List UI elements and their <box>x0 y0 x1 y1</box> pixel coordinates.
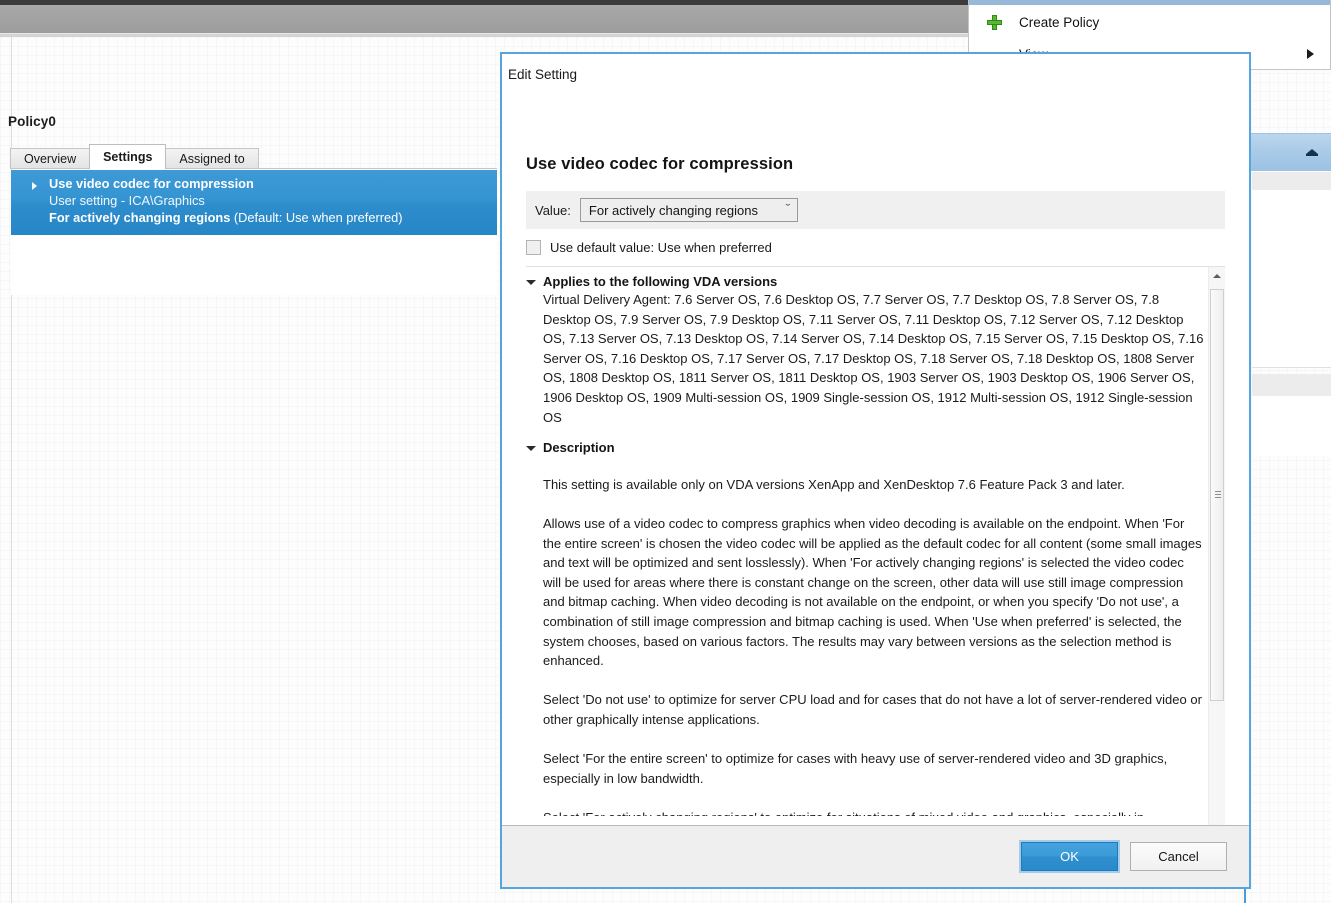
settings-list-empty-area <box>11 235 497 295</box>
value-dropdown-selected: For actively changing regions <box>588 202 758 218</box>
info-content: Applies to the following VDA versions Vi… <box>526 267 1205 825</box>
setting-heading: Use video codec for compression <box>526 155 794 173</box>
arrow-up-icon <box>1213 274 1221 278</box>
use-default-value-checkbox[interactable] <box>526 240 541 255</box>
description-section-header[interactable]: Description <box>526 440 1205 455</box>
ok-button[interactable]: OK <box>1021 842 1118 871</box>
use-default-value-row[interactable]: Use default value: Use when preferred <box>526 240 1225 255</box>
expander-triangle-icon[interactable] <box>32 182 37 190</box>
submenu-arrow-icon <box>1307 49 1314 59</box>
description-section: Description This setting is available on… <box>526 427 1205 816</box>
description-paragraph: Allows use of a video codec to compress … <box>543 515 1202 669</box>
dialog-titlebar: Edit Setting <box>502 54 1249 96</box>
tab-assigned-to[interactable]: Assigned to <box>165 148 259 169</box>
description-paragraph-clipped: Select 'For actively changing regions' t… <box>526 808 1205 816</box>
chevron-down-icon: ˇ <box>785 202 791 215</box>
vda-section-title: Applies to the following VDA versions <box>543 274 778 289</box>
description-paragraph: Select 'Do not use' to optimize for serv… <box>543 692 1202 727</box>
setting-list-item-selected[interactable]: Use video codec for compression User set… <box>11 170 497 235</box>
dialog-title: Edit Setting <box>508 67 578 82</box>
setting-value: For actively changing regions <box>49 210 231 225</box>
menu-item-label: Create Policy <box>1019 14 1100 30</box>
triangle-down-icon[interactable] <box>526 446 536 452</box>
right-panel-body-2 <box>1252 396 1331 456</box>
value-label: Value: <box>535 202 571 218</box>
scroll-up-button[interactable] <box>1209 267 1225 284</box>
green-plus-icon <box>987 14 1002 30</box>
setting-scope: User setting - ICA\Graphics <box>49 193 205 208</box>
tab-strip: Overview Settings Assigned to <box>10 144 259 169</box>
menu-item-create-policy[interactable]: Create Policy <box>969 5 1330 39</box>
tab-underline <box>10 168 497 169</box>
vda-versions-text: Virtual Delivery Agent: 7.6 Server OS, 7… <box>543 292 1204 425</box>
dialog-body: Use video codec for compression Value: F… <box>502 96 1249 825</box>
tab-settings[interactable]: Settings <box>89 144 167 169</box>
settings-list: Use video codec for compression User set… <box>11 170 497 295</box>
tab-overview[interactable]: Overview <box>10 148 91 169</box>
right-panel-subheader-2 <box>1252 374 1331 396</box>
use-default-value-label: Use default value: Use when preferred <box>550 240 772 255</box>
vda-section-header[interactable]: Applies to the following VDA versions <box>526 274 1205 289</box>
right-panel-body <box>1252 190 1331 368</box>
scrollbar-thumb[interactable] <box>1210 289 1224 701</box>
page-title: Policy0 <box>8 114 56 129</box>
right-panel-header[interactable] <box>1244 133 1331 171</box>
dialog-footer: OK Cancel <box>502 825 1249 887</box>
collapse-caret-icon[interactable] <box>1306 149 1318 156</box>
description-section-title: Description <box>543 440 615 456</box>
scroll-down-button[interactable] <box>1209 823 1225 825</box>
setting-value-line: For actively changing regions (Default: … <box>49 209 497 226</box>
triangle-down-icon[interactable] <box>526 280 536 285</box>
description-paragraph: This setting is available only on VDA ve… <box>543 476 1125 492</box>
value-row: Value: For actively changing regions ˇ <box>526 191 1225 229</box>
setting-name: Use video codec for compression <box>49 176 254 191</box>
value-dropdown[interactable]: For actively changing regions ˇ <box>579 198 798 222</box>
vda-versions-section: Applies to the following VDA versions Vi… <box>526 267 1205 427</box>
scrollbar-grip-icon <box>1215 491 1221 499</box>
cancel-button[interactable]: Cancel <box>1130 842 1227 871</box>
edit-setting-dialog: Edit Setting Use video codec for compres… <box>500 52 1251 889</box>
description-paragraph: Select 'For the entire screen' to optimi… <box>543 751 1168 786</box>
right-panel-subheader <box>1252 172 1331 190</box>
setting-default-note: (Default: Use when preferred) <box>233 210 403 225</box>
info-scrollbar[interactable] <box>1208 267 1225 825</box>
info-scroll-region: Applies to the following VDA versions Vi… <box>526 267 1225 825</box>
